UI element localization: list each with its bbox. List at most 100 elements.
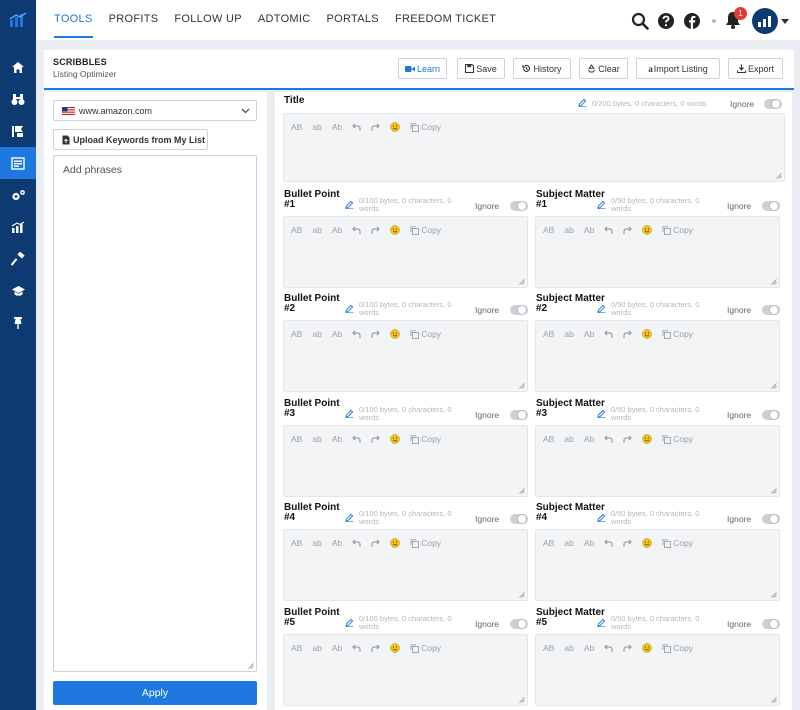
edit-pencil-icon[interactable] <box>597 618 606 627</box>
ignore-toggle[interactable] <box>764 99 782 109</box>
notification-bell[interactable]: 1 <box>724 7 747 32</box>
save-button[interactable]: Save <box>457 58 505 79</box>
redo-icon[interactable] <box>371 644 380 652</box>
resize-grip-icon[interactable] <box>771 383 777 389</box>
resize-grip-icon[interactable] <box>248 663 254 669</box>
field-textarea[interactable]: AB ab Ab Copy <box>535 425 780 497</box>
undo-icon[interactable] <box>604 226 613 234</box>
ignore-toggle[interactable] <box>510 514 528 524</box>
undo-icon[interactable] <box>604 539 613 547</box>
resize-grip-icon[interactable] <box>776 173 782 179</box>
copy-button[interactable]: Copy <box>410 329 441 339</box>
ignore-toggle[interactable] <box>762 305 780 315</box>
rail-settings-icon[interactable] <box>0 179 36 211</box>
edit-pencil-icon[interactable] <box>345 200 354 209</box>
titlecase-button[interactable]: Ab <box>584 538 594 548</box>
emoji-icon[interactable] <box>642 434 652 444</box>
uppercase-button[interactable]: AB <box>543 225 554 235</box>
undo-icon[interactable] <box>352 123 361 131</box>
resize-grip-icon[interactable] <box>771 592 777 598</box>
emoji-icon[interactable] <box>642 329 652 339</box>
uppercase-button[interactable]: AB <box>291 643 302 653</box>
ignore-toggle[interactable] <box>510 201 528 211</box>
resize-grip-icon[interactable] <box>771 279 777 285</box>
undo-icon[interactable] <box>352 644 361 652</box>
rail-binoculars-icon[interactable] <box>0 83 36 115</box>
undo-icon[interactable] <box>604 435 613 443</box>
field-textarea[interactable]: AB ab Ab Copy <box>535 216 780 288</box>
rail-graduation-icon[interactable] <box>0 275 36 307</box>
resize-grip-icon[interactable] <box>519 592 525 598</box>
rail-pin-icon[interactable] <box>0 307 36 339</box>
lowercase-button[interactable]: ab <box>312 434 321 444</box>
titlecase-button[interactable]: Ab <box>332 329 342 339</box>
ignore-toggle[interactable] <box>510 619 528 629</box>
facebook-icon[interactable] <box>682 11 702 31</box>
rail-listing-icon[interactable] <box>0 147 36 179</box>
uppercase-button[interactable]: AB <box>291 329 302 339</box>
redo-icon[interactable] <box>371 330 380 338</box>
field-textarea[interactable]: AB ab Ab Copy <box>283 425 528 497</box>
uppercase-button[interactable]: AB <box>291 122 302 132</box>
lowercase-button[interactable]: ab <box>564 329 573 339</box>
lowercase-button[interactable]: ab <box>312 643 321 653</box>
phrases-textarea[interactable]: Add phrases <box>53 155 257 672</box>
copy-button[interactable]: Copy <box>662 643 693 653</box>
redo-icon[interactable] <box>623 539 632 547</box>
lowercase-button[interactable]: ab <box>312 122 321 132</box>
apply-button[interactable]: Apply <box>53 681 257 705</box>
emoji-icon[interactable] <box>390 225 400 235</box>
redo-icon[interactable] <box>623 435 632 443</box>
titlecase-button[interactable]: Ab <box>584 643 594 653</box>
resize-grip-icon[interactable] <box>519 697 525 703</box>
redo-icon[interactable] <box>623 644 632 652</box>
uppercase-button[interactable]: AB <box>543 538 554 548</box>
uppercase-button[interactable]: AB <box>291 538 302 548</box>
redo-icon[interactable] <box>371 435 380 443</box>
titlecase-button[interactable]: Ab <box>332 538 342 548</box>
ignore-toggle[interactable] <box>762 619 780 629</box>
copy-button[interactable]: Copy <box>410 643 441 653</box>
emoji-icon[interactable] <box>390 434 400 444</box>
marketplace-select[interactable]: www.amazon.com <box>53 100 257 121</box>
ignore-toggle[interactable] <box>762 410 780 420</box>
resize-grip-icon[interactable] <box>519 488 525 494</box>
redo-icon[interactable] <box>623 226 632 234</box>
nav-adtomic[interactable]: ADTOMIC <box>258 0 311 38</box>
undo-icon[interactable] <box>352 330 361 338</box>
undo-icon[interactable] <box>352 435 361 443</box>
history-button[interactable]: History <box>513 58 571 79</box>
edit-pencil-icon[interactable] <box>345 304 354 313</box>
logo-icon[interactable] <box>0 0 36 40</box>
field-textarea[interactable]: AB ab Ab Copy <box>283 320 528 392</box>
copy-button[interactable]: Copy <box>410 538 441 548</box>
lowercase-button[interactable]: ab <box>564 225 573 235</box>
lowercase-button[interactable]: ab <box>312 225 321 235</box>
emoji-icon[interactable] <box>390 329 400 339</box>
uppercase-button[interactable]: AB <box>543 434 554 444</box>
ignore-toggle[interactable] <box>510 305 528 315</box>
rail-keyword-icon[interactable] <box>0 115 36 147</box>
resize-grip-icon[interactable] <box>519 279 525 285</box>
copy-button[interactable]: Copy <box>410 434 441 444</box>
emoji-icon[interactable] <box>642 538 652 548</box>
resize-grip-icon[interactable] <box>771 697 777 703</box>
uppercase-button[interactable]: AB <box>543 643 554 653</box>
edit-pencil-icon[interactable] <box>597 304 606 313</box>
redo-icon[interactable] <box>371 123 380 131</box>
lowercase-button[interactable]: ab <box>312 538 321 548</box>
avatar[interactable] <box>752 8 778 34</box>
field-textarea[interactable]: AB ab Ab Copy <box>283 113 785 182</box>
resize-grip-icon[interactable] <box>771 488 777 494</box>
copy-button[interactable]: Copy <box>662 434 693 444</box>
copy-button[interactable]: Copy <box>662 225 693 235</box>
ignore-toggle[interactable] <box>510 410 528 420</box>
field-textarea[interactable]: AB ab Ab Copy <box>283 634 528 706</box>
rail-hammer-icon[interactable] <box>0 243 36 275</box>
emoji-icon[interactable] <box>642 643 652 653</box>
titlecase-button[interactable]: Ab <box>332 434 342 444</box>
uppercase-button[interactable]: AB <box>291 434 302 444</box>
upload-keywords-button[interactable]: Upload Keywords from My List <box>53 129 208 150</box>
caret-down-icon[interactable] <box>778 11 792 31</box>
learn-button[interactable]: Learn <box>398 58 447 79</box>
